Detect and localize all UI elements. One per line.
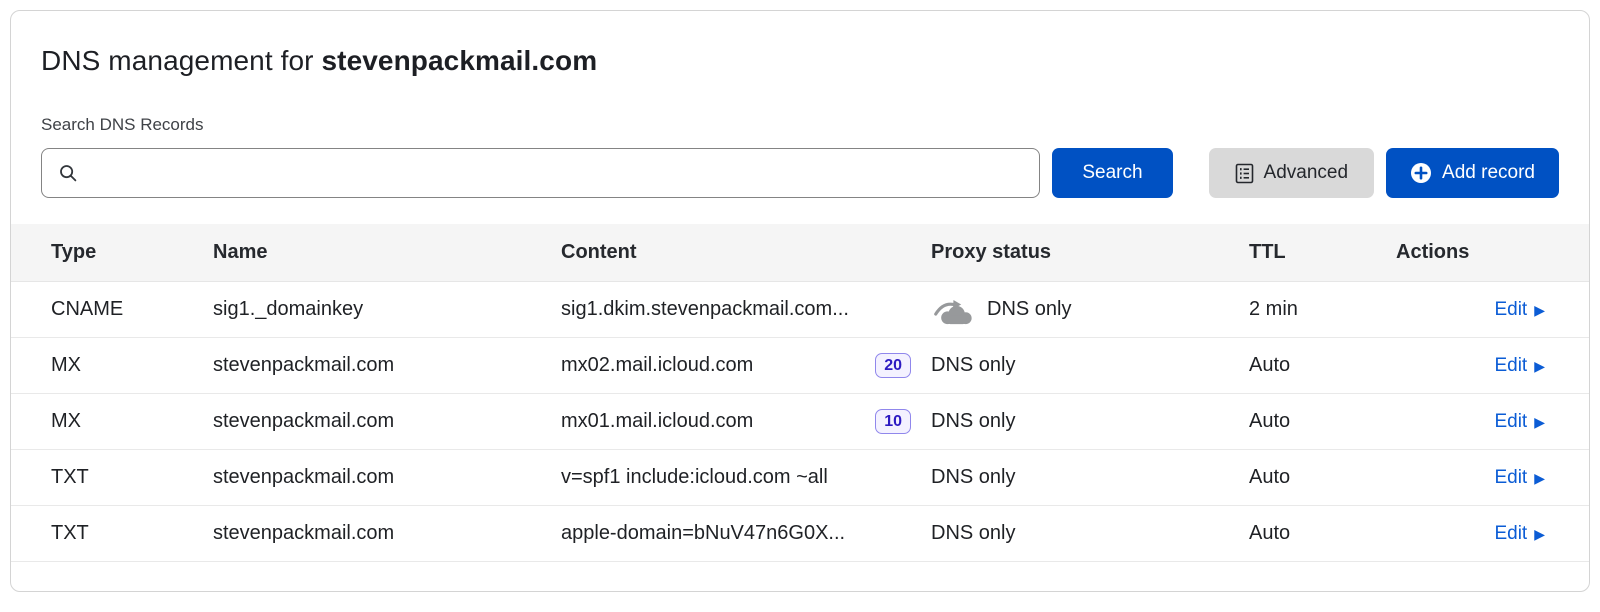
record-content: mx02.mail.icloud.com	[561, 354, 753, 377]
column-header-type: Type	[51, 241, 213, 264]
search-records-label: Search DNS Records	[41, 115, 1559, 135]
record-ttl: Auto	[1249, 466, 1396, 489]
column-header-actions: Actions	[1396, 241, 1545, 264]
search-icon	[58, 163, 78, 183]
column-header-proxy-status: Proxy status	[931, 241, 1249, 264]
table-row: TXT stevenpackmail.com apple-domain=bNuV…	[11, 506, 1589, 562]
search-controls-row: Search Advanced	[41, 148, 1559, 198]
dns-management-card: DNS management for stevenpackmail.com Se…	[10, 10, 1590, 592]
record-type: CNAME	[51, 298, 213, 321]
add-record-button-label: Add record	[1442, 162, 1535, 184]
record-name: stevenpackmail.com	[213, 410, 561, 433]
column-header-name: Name	[213, 241, 561, 264]
search-input[interactable]	[88, 161, 1025, 185]
column-header-ttl: TTL	[1249, 241, 1396, 264]
chevron-right-icon: ▶	[1534, 471, 1545, 485]
record-name: stevenpackmail.com	[213, 354, 561, 377]
record-type: MX	[51, 354, 213, 377]
table-row: TXT stevenpackmail.com v=spf1 include:ic…	[11, 450, 1589, 506]
chevron-right-icon: ▶	[1534, 303, 1545, 317]
proxy-status-value: DNS only	[987, 298, 1071, 321]
table-row: CNAME sig1._domainkey sig1.dkim.stevenpa…	[11, 282, 1589, 338]
record-ttl: Auto	[1249, 522, 1396, 545]
mx-priority-badge: 20	[875, 353, 911, 378]
record-content: sig1.dkim.stevenpackmail.com...	[561, 298, 849, 321]
mx-priority-badge: 10	[875, 409, 911, 434]
record-content: apple-domain=bNuV47n6G0X...	[561, 522, 845, 545]
record-type: TXT	[51, 522, 213, 545]
edit-record-link[interactable]: Edit▶	[1494, 467, 1545, 489]
record-ttl: Auto	[1249, 410, 1396, 433]
dns-only-cloud-icon	[931, 295, 975, 325]
list-document-icon	[1235, 163, 1254, 184]
table-row: MX stevenpackmail.com mx02.mail.icloud.c…	[11, 338, 1589, 394]
page-title: DNS management for stevenpackmail.com	[41, 45, 1559, 77]
table-header-row: Type Name Content Proxy status TTL Actio…	[11, 224, 1589, 282]
record-name: stevenpackmail.com	[213, 522, 561, 545]
add-record-button[interactable]: Add record	[1386, 148, 1559, 198]
chevron-right-icon: ▶	[1534, 527, 1545, 541]
card-top-section: DNS management for stevenpackmail.com Se…	[11, 11, 1589, 198]
record-content: v=spf1 include:icloud.com ~all	[561, 466, 828, 489]
proxy-status-value: DNS only	[931, 354, 1015, 377]
column-header-content: Content	[561, 241, 931, 264]
record-ttl: Auto	[1249, 354, 1396, 377]
page-title-prefix: DNS management for	[41, 45, 321, 76]
table-row: MX stevenpackmail.com mx01.mail.icloud.c…	[11, 394, 1589, 450]
search-input-box[interactable]	[41, 148, 1040, 198]
edit-record-link[interactable]: Edit▶	[1494, 299, 1545, 321]
record-name: stevenpackmail.com	[213, 466, 561, 489]
proxy-status-value: DNS only	[931, 410, 1015, 433]
chevron-right-icon: ▶	[1534, 359, 1545, 373]
record-type: TXT	[51, 466, 213, 489]
search-button[interactable]: Search	[1052, 148, 1172, 198]
record-name: sig1._domainkey	[213, 298, 561, 321]
edit-record-link[interactable]: Edit▶	[1494, 523, 1545, 545]
proxy-status-value: DNS only	[931, 522, 1015, 545]
chevron-right-icon: ▶	[1534, 415, 1545, 429]
plus-circle-icon	[1410, 162, 1432, 184]
edit-record-link[interactable]: Edit▶	[1494, 411, 1545, 433]
advanced-button[interactable]: Advanced	[1209, 148, 1375, 198]
advanced-button-label: Advanced	[1264, 162, 1349, 184]
edit-record-link[interactable]: Edit▶	[1494, 355, 1545, 377]
record-ttl: 2 min	[1249, 298, 1396, 321]
dns-records-table: Type Name Content Proxy status TTL Actio…	[11, 224, 1589, 562]
page-title-domain: stevenpackmail.com	[321, 45, 597, 76]
record-type: MX	[51, 410, 213, 433]
record-content: mx01.mail.icloud.com	[561, 410, 753, 433]
proxy-status-value: DNS only	[931, 466, 1015, 489]
